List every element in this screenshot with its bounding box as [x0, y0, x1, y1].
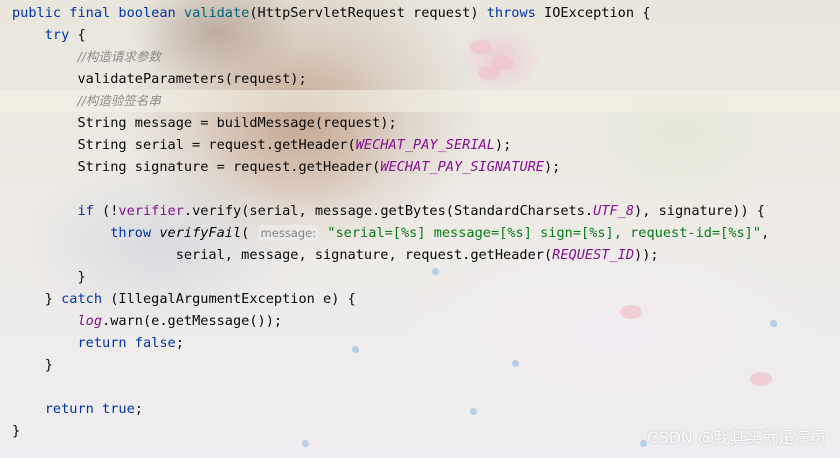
- keyword: catch: [61, 291, 103, 307]
- code-text: ), signature)) {: [634, 203, 765, 219]
- parameter-hint: message:: [257, 225, 320, 241]
- code-line[interactable]: //构造请求参数: [12, 46, 769, 68]
- code-line[interactable]: }: [12, 354, 769, 376]
- code-text: serial, message, signature, request.getH…: [175, 247, 553, 263]
- code-text: }: [44, 291, 62, 307]
- code-line[interactable]: serial, message, signature, request.getH…: [12, 244, 769, 266]
- code-line[interactable]: try {: [12, 24, 769, 46]
- code-editor[interactable]: public final boolean validate(HttpServle…: [12, 2, 769, 442]
- code-text: }: [12, 423, 21, 439]
- code-text: ,: [761, 225, 770, 241]
- keyword: true: [102, 401, 135, 417]
- code-line[interactable]: return false;: [12, 332, 769, 354]
- code-text: String signature = request.getHeader(: [77, 159, 381, 175]
- code-text: (HttpServletRequest request): [249, 5, 487, 21]
- code-text: }: [77, 269, 86, 285]
- code-line-blank[interactable]: [12, 376, 769, 398]
- constant: REQUEST_ID: [552, 247, 635, 263]
- code-text: {: [69, 27, 86, 43]
- code-line[interactable]: //构造验签名串: [12, 90, 769, 112]
- code-line[interactable]: return true;: [12, 398, 769, 420]
- keyword: throws: [486, 5, 536, 21]
- constant: WECHAT_PAY_SIGNATURE: [380, 159, 544, 175]
- code-line-blank[interactable]: [12, 178, 769, 200]
- code-text: (!: [93, 203, 119, 219]
- keyword: return: [44, 401, 94, 417]
- field-name: log: [77, 313, 103, 329]
- code-text: ));: [634, 247, 659, 263]
- code-text: String serial = request.getHeader(: [77, 137, 356, 153]
- code-text: String message = buildMessage(request);: [77, 115, 397, 131]
- code-text: );: [494, 137, 512, 153]
- code-line[interactable]: log.warn(e.getMessage());: [12, 310, 769, 332]
- code-line[interactable]: String signature = request.getHeader(WEC…: [12, 156, 769, 178]
- keyword: final: [69, 5, 111, 21]
- code-line[interactable]: throw verifyFail( message: "serial=[%s] …: [12, 222, 769, 244]
- keyword: throw: [110, 225, 152, 241]
- field-name: verifier: [118, 203, 184, 219]
- code-text: }: [44, 357, 53, 373]
- constant: UTF_8: [593, 203, 635, 219]
- constant: WECHAT_PAY_SERIAL: [355, 137, 495, 153]
- keyword: false: [134, 335, 176, 351]
- code-line[interactable]: validateParameters(request);: [12, 68, 769, 90]
- code-text: (IllegalArgumentException e) {: [102, 291, 356, 307]
- code-text: (: [241, 225, 250, 241]
- code-line[interactable]: public final boolean validate(HttpServle…: [12, 2, 769, 24]
- code-text: ;: [175, 335, 184, 351]
- code-line[interactable]: if (!verifier.verify(serial, message.get…: [12, 200, 769, 222]
- code-text: .verify(serial, message.getBytes(Standar…: [183, 203, 594, 219]
- keyword: if: [77, 203, 94, 219]
- keyword: boolean: [118, 5, 176, 21]
- watermark: CSDN @我其实就是演员: [647, 428, 826, 447]
- method-name: verifyFail: [159, 225, 242, 241]
- code-comment: //构造验签名串: [77, 93, 161, 108]
- string-literal: "serial=[%s] message=[%s] sign=[%s], req…: [327, 225, 762, 241]
- code-line[interactable]: String serial = request.getHeader(WECHAT…: [12, 134, 769, 156]
- code-text: );: [544, 159, 561, 175]
- keyword: try: [44, 27, 70, 43]
- code-line[interactable]: String message = buildMessage(request);: [12, 112, 769, 134]
- code-text: .warn(e.getMessage());: [102, 313, 283, 329]
- kimono-dot: [770, 320, 777, 327]
- method-name: validate: [183, 5, 250, 21]
- code-line[interactable]: } catch (IllegalArgumentException e) {: [12, 288, 769, 310]
- code-line[interactable]: }: [12, 266, 769, 288]
- code-text: validateParameters(request);: [77, 71, 307, 87]
- keyword: public: [12, 5, 62, 21]
- code-comment: //构造请求参数: [77, 49, 161, 64]
- keyword: return: [77, 335, 127, 351]
- code-text: ;: [134, 401, 143, 417]
- code-text: IOException {: [535, 5, 651, 21]
